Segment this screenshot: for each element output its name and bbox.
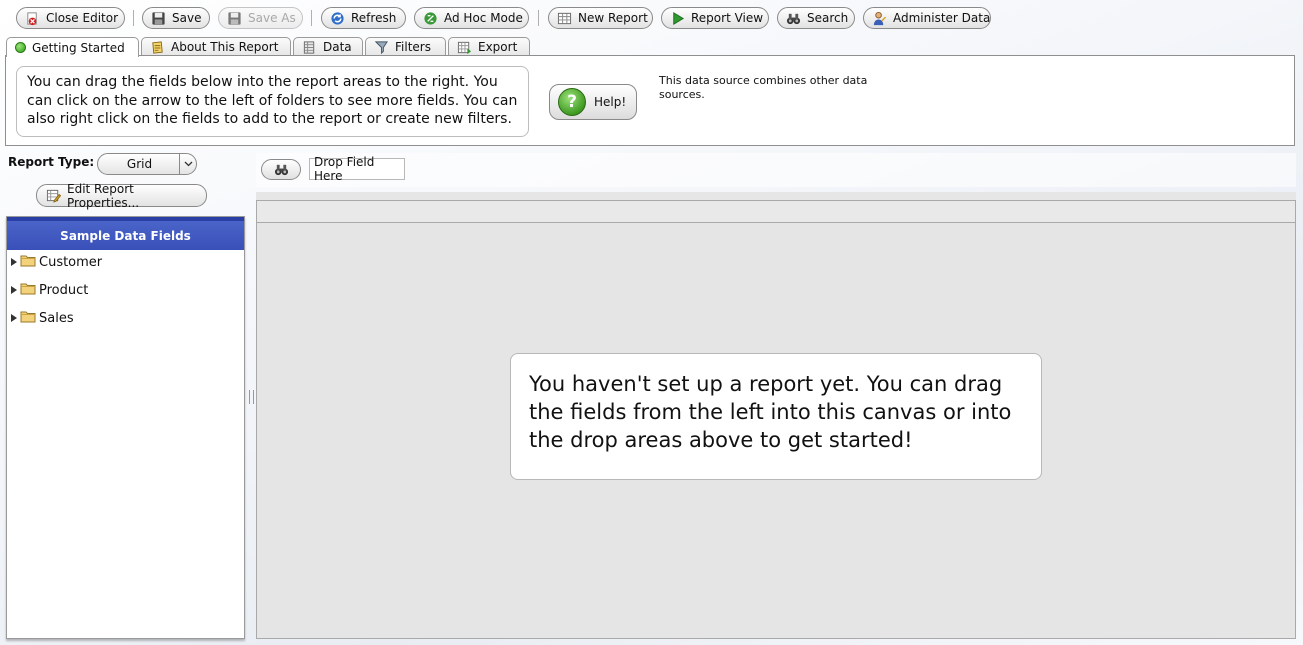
database-icon	[302, 40, 317, 55]
new-report-button[interactable]: New Report	[548, 7, 653, 29]
save-button[interactable]: Save	[142, 7, 210, 29]
report-view-button[interactable]: Report View	[661, 7, 769, 29]
ad-hoc-icon	[423, 11, 438, 26]
ad-hoc-mode-label: Ad Hoc Mode	[444, 11, 523, 25]
tab-label: About This Report	[171, 40, 279, 54]
intro-text: You can drag the fields below into the r…	[16, 66, 529, 137]
refresh-icon	[330, 11, 345, 26]
drop-bar	[256, 153, 1296, 187]
tree-folder-label: Customer	[39, 254, 103, 270]
toolbar-separator	[538, 10, 539, 26]
save-as-label: Save As	[248, 11, 296, 25]
floppy-disk-icon	[151, 11, 166, 26]
expand-arrow-icon[interactable]	[11, 258, 17, 266]
search-label: Search	[807, 11, 849, 25]
report-header-band[interactable]	[256, 200, 1296, 223]
fields-panel-title: Sample Data Fields	[7, 217, 244, 250]
green-dot-icon	[15, 42, 26, 53]
tab-label: Getting Started	[32, 40, 125, 55]
field-search-button[interactable]	[261, 159, 301, 180]
help-label: Help!	[594, 95, 627, 109]
binoculars-icon	[786, 11, 801, 26]
tree-folder-label: Sales	[39, 310, 74, 326]
folder-icon	[20, 253, 36, 271]
panel-splitter-handle[interactable]	[249, 390, 254, 404]
report-view-label: Report View	[691, 11, 764, 25]
play-icon	[670, 11, 685, 26]
export-grid-icon	[457, 40, 472, 55]
fields-panel: Sample Data Fields Customer Product Sale…	[6, 216, 245, 639]
tree-folder-label: Product	[39, 282, 89, 298]
folder-icon	[20, 281, 36, 299]
close-editor-button[interactable]: Close Editor	[16, 7, 125, 29]
administer-data-label: Administer Data	[893, 11, 991, 25]
tab-getting-started[interactable]: Getting Started	[6, 37, 139, 57]
canvas-empty-message: You haven't set up a report yet. You can…	[510, 353, 1042, 480]
ad-hoc-mode-button[interactable]: Ad Hoc Mode	[414, 7, 529, 29]
edit-properties-icon	[46, 188, 61, 203]
search-button[interactable]: Search	[777, 7, 855, 29]
datasource-note: This data source combines other data sou…	[659, 74, 868, 101]
save-as-icon	[227, 11, 242, 26]
close-editor-label: Close Editor	[46, 11, 119, 25]
expand-arrow-icon[interactable]	[11, 314, 17, 322]
tab-label: Filters	[395, 40, 431, 54]
edit-properties-label: Edit Report Properties...	[67, 181, 140, 210]
funnel-icon	[374, 40, 389, 55]
toolbar-separator	[133, 10, 134, 26]
edit-report-properties-button[interactable]: Edit Report Properties...	[36, 181, 207, 210]
tab-label: Export	[478, 40, 518, 54]
chevron-down-icon[interactable]	[179, 154, 196, 174]
close-editor-icon	[25, 11, 40, 26]
save-as-button[interactable]: Save As	[218, 7, 303, 29]
new-report-label: New Report	[578, 11, 648, 25]
refresh-button[interactable]: Refresh	[321, 7, 406, 29]
toolbar-separator	[311, 10, 312, 26]
refresh-label: Refresh	[351, 11, 397, 25]
drop-field-target[interactable]: Drop Field Here	[309, 155, 405, 183]
administer-data-button[interactable]: Administer Data	[863, 7, 991, 29]
help-button[interactable]: ? Help!	[549, 84, 637, 120]
tree-folder-sales[interactable]: Sales	[11, 308, 74, 328]
expand-arrow-icon[interactable]	[11, 286, 17, 294]
grid-icon	[557, 11, 572, 26]
tree-folder-product[interactable]: Product	[11, 280, 88, 300]
binoculars-icon	[274, 162, 289, 177]
report-type-value: Grid	[126, 157, 153, 171]
report-type-label: Report Type:	[8, 155, 95, 169]
tab-about-this-report[interactable]: About This Report	[141, 37, 291, 56]
help-question-icon: ?	[558, 88, 586, 116]
tab-export[interactable]: Export	[448, 37, 530, 56]
report-type-select[interactable]: Grid	[97, 153, 197, 175]
tab-data[interactable]: Data	[293, 37, 363, 56]
folder-icon	[20, 309, 36, 327]
notepad-icon	[150, 40, 165, 55]
tab-label: Data	[323, 40, 352, 54]
tab-filters[interactable]: Filters	[365, 37, 446, 56]
save-label: Save	[172, 11, 202, 25]
admin-user-icon	[872, 11, 887, 26]
tree-folder-customer[interactable]: Customer	[11, 252, 102, 272]
drop-strip	[256, 192, 1296, 200]
getting-started-panel: You can drag the fields below into the r…	[5, 55, 1295, 146]
